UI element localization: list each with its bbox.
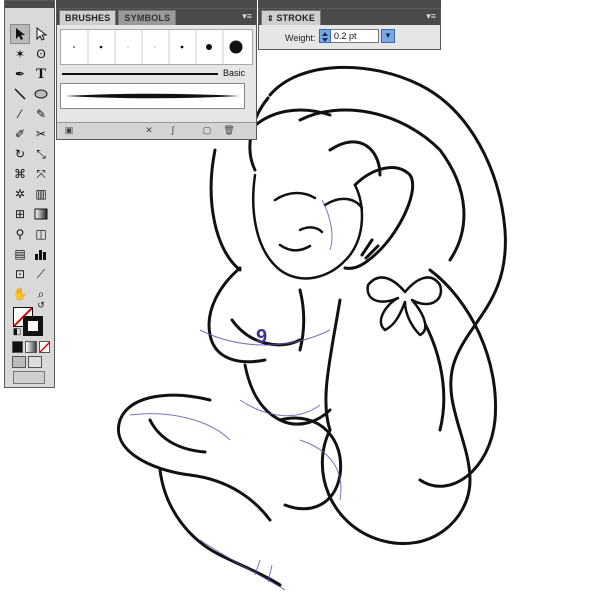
color-mode-icon[interactable]	[12, 341, 50, 353]
weight-stepper[interactable]	[319, 29, 331, 43]
column-graph-icon[interactable]	[31, 244, 51, 264]
tools-panel-grip[interactable]	[5, 1, 54, 8]
brushes-panel-footer: ▣ ✕ ∫ ▢ 🗑	[57, 122, 256, 139]
brush-dot-4	[154, 46, 156, 48]
pen-tool-icon[interactable]: ✒	[10, 64, 30, 84]
ellipse-tool-icon[interactable]	[31, 84, 51, 104]
jersey-number: 9	[256, 326, 267, 348]
delete-brush-icon[interactable]: 🗑	[223, 125, 235, 136]
tab-symbols[interactable]: SYMBOLS	[118, 10, 177, 25]
default-colors-icon[interactable]: ◧	[11, 325, 23, 337]
stroke-expand-icon: ⇕	[267, 14, 277, 23]
magic-wand-icon[interactable]: ✶	[10, 44, 30, 64]
brushes-panel: BRUSHES SYMBOLS ▾≡ Basic ▣ ✕ ∫ ▢ 🗑	[56, 8, 257, 140]
blend-icon[interactable]: ◫	[31, 224, 51, 244]
swap-icon[interactable]: ↺	[35, 299, 47, 311]
hand-icon[interactable]: ✋	[10, 284, 30, 304]
free-transform-icon[interactable]: ⤧	[31, 164, 51, 184]
brush-dot-1	[73, 46, 75, 48]
stroke-panel: ⇕ STROKE ▾≡ Weight: 0.2 pt ▼	[258, 8, 441, 50]
screen-mode-icon[interactable]	[13, 371, 45, 384]
brush-dot-7	[229, 40, 243, 54]
stroke-title: STROKE	[276, 13, 316, 23]
new-brush-icon[interactable]: ▢	[201, 125, 213, 136]
paintbrush-icon[interactable]: ⁄	[10, 104, 30, 124]
eyedropper-icon[interactable]: ⚲	[10, 224, 30, 244]
brush-dot-3	[127, 46, 129, 48]
panel-dock-bar-stroke	[258, 0, 441, 8]
warp-icon[interactable]: ⌘	[10, 164, 30, 184]
selection-tool-icon[interactable]	[10, 24, 30, 44]
rotate-icon[interactable]: ↻	[10, 144, 30, 164]
remove-brush-stroke-icon[interactable]: ✕	[143, 125, 155, 136]
line-tool-icon[interactable]	[10, 84, 30, 104]
draw-mode-icon[interactable]	[12, 356, 50, 368]
tools-panel: ✶ ʘ ✒ T ⁄ ✎ ✐ ✂ ↻ ⤡ ⌘ ⤧ ✲ ▥ ⊞ ⚲ ◫ ▤ ⊡ ⟋ …	[4, 0, 55, 388]
brush-libraries-icon[interactable]: ▣	[63, 125, 75, 136]
panel-menu-icon[interactable]: ▾≡	[242, 11, 252, 22]
brushes-panel-tabbar: BRUSHES SYMBOLS ▾≡	[57, 9, 256, 25]
scale-icon[interactable]: ⤡	[31, 144, 51, 164]
graph-icon[interactable]: ▥	[31, 184, 51, 204]
brush-options-icon[interactable]: ∫	[167, 125, 179, 136]
blob-brush-icon[interactable]: ✐	[10, 124, 30, 144]
panel-dock-bar-brushes	[56, 0, 257, 8]
brush-swatches	[60, 29, 253, 65]
scissors-icon[interactable]: ✂	[31, 124, 51, 144]
basic-brush-label: Basic	[223, 68, 246, 78]
lasso-icon[interactable]: ʘ	[31, 44, 51, 64]
weight-dropdown-chevron-icon[interactable]: ▼	[381, 29, 395, 43]
weight-label: Weight:	[285, 33, 316, 43]
calligraphic-brush-row[interactable]	[60, 83, 245, 109]
direct-selection-tool-icon[interactable]	[31, 24, 51, 44]
pencil-icon[interactable]: ✎	[31, 104, 51, 124]
tab-stroke[interactable]: ⇕ STROKE	[261, 10, 322, 25]
brush-dot-5	[180, 45, 184, 49]
stroke-panel-tabbar: ⇕ STROKE ▾≡	[259, 9, 440, 25]
live-paint-icon[interactable]: ▤	[10, 244, 30, 264]
bow	[366, 276, 443, 337]
basic-brush-row[interactable]: Basic	[60, 65, 251, 83]
artboard-icon[interactable]: ⊡	[10, 264, 30, 284]
brush-dot-6	[206, 44, 212, 50]
brush-dot-2	[99, 45, 103, 49]
tab-brushes[interactable]: BRUSHES	[59, 10, 117, 25]
slice-icon[interactable]: ⟋	[31, 264, 51, 284]
type-tool-icon[interactable]: T	[31, 64, 51, 84]
symbol-sprayer-icon[interactable]: ✲	[10, 184, 30, 204]
mesh-icon[interactable]: ⊞	[10, 204, 30, 224]
gradient-icon[interactable]	[31, 204, 51, 224]
stroke-panel-menu-icon[interactable]: ▾≡	[426, 11, 436, 22]
